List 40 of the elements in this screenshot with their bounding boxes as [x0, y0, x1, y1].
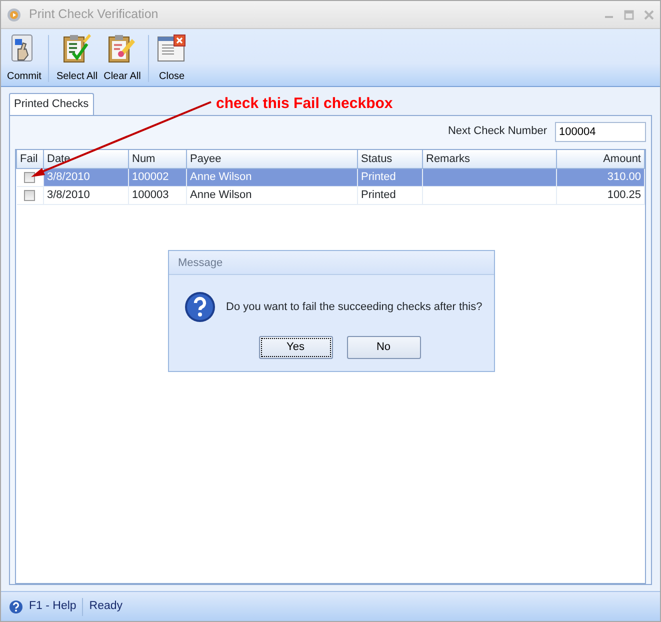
column-header[interactable]: Amount [556, 150, 644, 168]
dialog-message: Do you want to fail the succeeding checks after this? [226, 300, 482, 315]
annotation-text: check this Fail checkbox [216, 94, 393, 114]
tab[interactable]: Printed Checks [9, 93, 94, 114]
table-cell: Anne Wilson [190, 189, 252, 202]
column-header[interactable]: Payee [186, 150, 358, 168]
toolbar-button[interactable]: Clear All [102, 33, 143, 84]
help-hint: F1 - Help [29, 598, 76, 614]
input-field[interactable]: 100004 [555, 122, 646, 142]
maximize-button[interactable] [624, 10, 634, 20]
help-icon [9, 600, 23, 614]
column-header[interactable]: Num [128, 150, 186, 168]
table-cell: 3/8/2010 [47, 171, 90, 184]
window-title: Print Check Verification [29, 6, 158, 24]
column-header[interactable]: Date [44, 150, 128, 168]
dialog-button[interactable]: No [346, 336, 420, 359]
question-icon [184, 291, 216, 323]
status-text: Ready [89, 598, 123, 614]
table-cell: 310.00 [607, 171, 641, 184]
column-header[interactable]: Fail [16, 150, 44, 168]
close-button[interactable] [644, 10, 654, 20]
table-cell: Printed [361, 171, 396, 184]
column-header[interactable]: Status [358, 150, 422, 168]
table-cell: 3/8/2010 [47, 189, 90, 202]
table-cell: Printed [361, 189, 396, 202]
dialog-title: Message [169, 251, 494, 275]
app-icon [7, 8, 21, 22]
dialog-button[interactable]: Yes [258, 336, 332, 359]
clipboard-check-icon [61, 33, 94, 65]
toolbar-button[interactable]: Close [154, 33, 190, 84]
checkbox[interactable] [24, 190, 36, 201]
table-cell: 100003 [132, 189, 169, 202]
table-cell: Anne Wilson [190, 171, 252, 184]
toolbar-button[interactable]: Select All [54, 33, 100, 84]
checkbox[interactable] [24, 172, 36, 183]
field-label: Next Check Number [448, 124, 547, 140]
table-cell: 100.25 [607, 189, 641, 202]
table-cell: 100002 [132, 171, 169, 184]
column-header[interactable]: Remarks [422, 150, 556, 168]
toolbar-button[interactable]: Commit [5, 33, 44, 84]
